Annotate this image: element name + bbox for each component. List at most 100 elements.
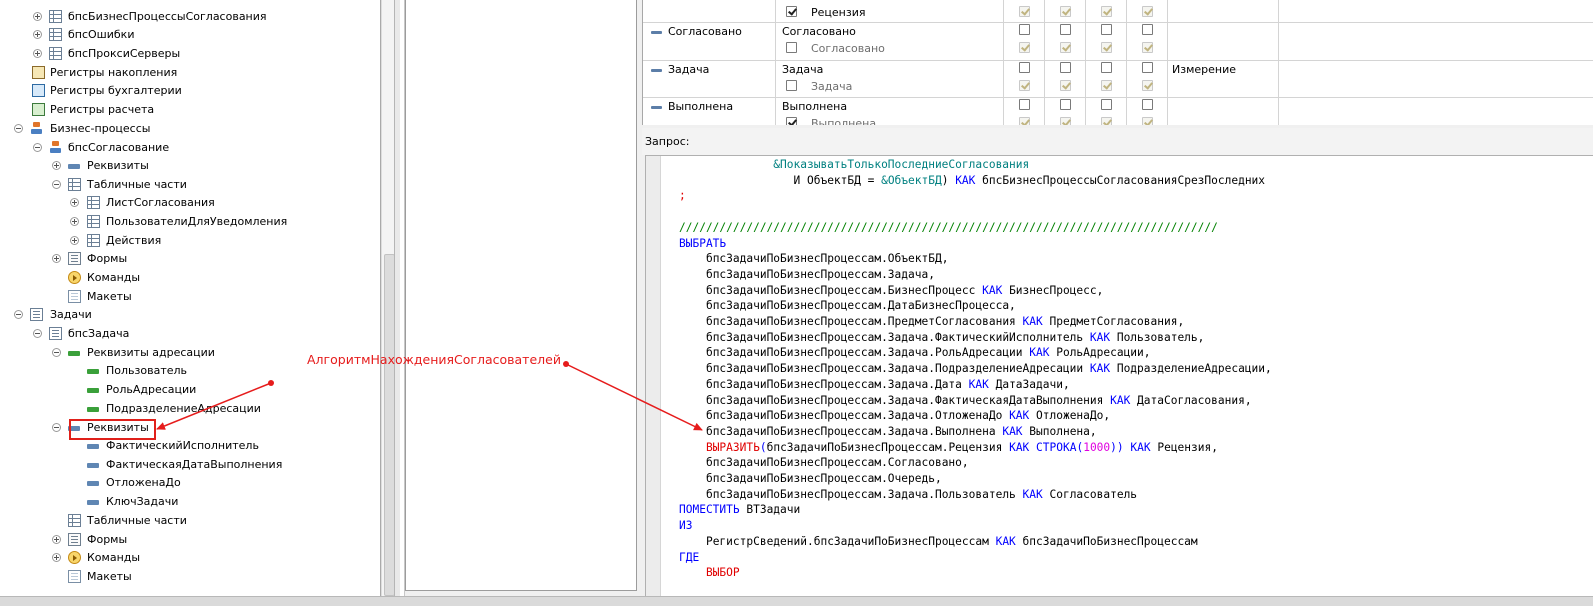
- attribute-icon: [651, 31, 662, 34]
- code-token: Согласователь: [1042, 487, 1138, 501]
- grid-checkbox-disabled: [1142, 6, 1153, 17]
- grid-checkbox[interactable]: [1101, 62, 1112, 73]
- expand-icon[interactable]: [70, 217, 79, 226]
- tree-item[interactable]: ПодразделениеАдресации: [0, 400, 380, 418]
- expand-icon[interactable]: [70, 236, 79, 245]
- code-token: КАК: [968, 377, 989, 391]
- tree-item[interactable]: Регистры расчета: [0, 101, 380, 119]
- tree-item[interactable]: ОтложенаДо: [0, 474, 380, 492]
- expand-icon[interactable]: [52, 161, 61, 170]
- grid-checkbox[interactable]: [786, 42, 797, 53]
- tree-item[interactable]: РольАдресации: [0, 381, 380, 399]
- grid-checkbox-disabled: [1142, 80, 1153, 91]
- expand-icon[interactable]: [52, 254, 61, 263]
- code-line: бпсЗадачиПоБизнесПроцессам.Задача.Фактич…: [679, 393, 1252, 408]
- grid-checkbox-disabled: [1142, 42, 1153, 53]
- tree-item[interactable]: ЛистСогласования: [0, 194, 380, 212]
- grid-checkbox-disabled: [1019, 6, 1030, 17]
- tree-item[interactable]: Бизнес-процессы: [0, 120, 380, 138]
- command-icon: [68, 271, 81, 284]
- tree-item[interactable]: Реквизиты: [0, 419, 380, 437]
- collapse-icon[interactable]: [33, 143, 42, 152]
- tree-item[interactable]: Макеты: [0, 288, 380, 306]
- collapse-icon[interactable]: [52, 180, 61, 189]
- tree-item[interactable]: бпсБизнесПроцессыСогласования: [0, 8, 380, 26]
- code-token: ВТЗадачи: [739, 503, 801, 517]
- grid-checkbox[interactable]: [1101, 99, 1112, 110]
- collapse-icon[interactable]: [14, 310, 23, 319]
- expand-icon[interactable]: [52, 535, 61, 544]
- tree-item[interactable]: Команды: [0, 549, 380, 567]
- tree-item[interactable]: ФактическийИсполнитель: [0, 437, 380, 455]
- expand-icon[interactable]: [33, 12, 42, 21]
- tree-item[interactable]: Реквизиты: [0, 157, 380, 175]
- grid-checkbox[interactable]: [1019, 99, 1030, 110]
- addressing-attribute-icon: [68, 351, 80, 356]
- grid-checkbox[interactable]: [1060, 24, 1071, 35]
- tree-item[interactable]: Табличные части: [0, 176, 380, 194]
- tree-item[interactable]: бпсПроксиСерверы: [0, 45, 380, 63]
- tree-item[interactable]: Задачи: [0, 306, 380, 324]
- tree-item[interactable]: ПользователиДляУведомления: [0, 213, 380, 231]
- tree-item[interactable]: Формы: [0, 531, 380, 549]
- grid-checkbox[interactable]: [1142, 62, 1153, 73]
- expand-icon[interactable]: [70, 198, 79, 207]
- tree-item[interactable]: Формы: [0, 250, 380, 268]
- tree-item-label: Команды: [87, 271, 141, 284]
- collapse-icon[interactable]: [33, 329, 42, 338]
- code-token: бпсЗадачиПоБизнесПроцессам.Задача.Выполн…: [705, 424, 1003, 438]
- grid-checkbox[interactable]: [1060, 99, 1071, 110]
- grid-checkbox[interactable]: [1060, 62, 1071, 73]
- grid-checkbox[interactable]: [786, 80, 797, 91]
- tree-item[interactable]: бпсСогласование: [0, 139, 380, 157]
- code-line: бпсЗадачиПоБизнесПроцессам.Задача.Дата К…: [679, 377, 1070, 392]
- tree-item[interactable]: Регистры бухгалтерии: [0, 82, 380, 100]
- tree-item[interactable]: бпсОшибки: [0, 26, 380, 44]
- grid-row[interactable]: Согласовано Согласовано Согласовано: [643, 22, 1593, 61]
- code-token: СТРОКА(: [1036, 440, 1084, 454]
- tree-item[interactable]: Регистры накопления: [0, 64, 380, 82]
- code-token: ДатаЗадачи,: [988, 377, 1070, 391]
- grid-checkbox-disabled: [1101, 6, 1112, 17]
- tree-item-label: Бизнес-процессы: [50, 122, 151, 135]
- tree-scrollbar[interactable]: [381, 0, 395, 596]
- grid-checkbox[interactable]: [786, 6, 797, 17]
- expand-icon[interactable]: [52, 553, 61, 562]
- grid-checkbox[interactable]: [1142, 99, 1153, 110]
- grid-checkbox[interactable]: [1019, 62, 1030, 73]
- grid-checkbox[interactable]: [786, 117, 797, 125]
- grid-row[interactable]: Задача Задача Задача Измерение: [643, 60, 1593, 98]
- form-icon: [68, 252, 81, 265]
- grid-row[interactable]: Выполнена Выполнена Выполнена: [643, 97, 1593, 125]
- grid-checkbox-disabled: [1060, 6, 1071, 17]
- collapse-icon[interactable]: [14, 124, 23, 133]
- calculation-register-icon: [32, 103, 45, 116]
- table-icon: [68, 514, 81, 527]
- expand-icon[interactable]: [33, 49, 42, 58]
- tree-item-label: бпсПроксиСерверы: [68, 47, 181, 60]
- collapse-icon[interactable]: [52, 348, 61, 357]
- code-token: &ПоказыватьТолькоПоследниеСогласования: [773, 158, 1030, 171]
- grid-checkbox[interactable]: [1101, 24, 1112, 35]
- expand-icon[interactable]: [33, 30, 42, 39]
- grid-checkbox-disabled: [1060, 117, 1071, 125]
- grid-checkbox[interactable]: [1142, 24, 1153, 35]
- code-token: ////////////////////////////////////////…: [679, 220, 1218, 234]
- tree-item[interactable]: Действия: [0, 232, 380, 250]
- tree-item[interactable]: Табличные части: [0, 512, 380, 530]
- tree-item[interactable]: бпсЗадача: [0, 325, 380, 343]
- query-editor[interactable]: &ПоказыватьТолькоПоследниеСогласования И…: [645, 155, 1593, 598]
- code-line: бпсЗадачиПоБизнесПроцессам.БизнесПроцесс…: [679, 283, 1103, 298]
- tree-item[interactable]: Макеты: [0, 568, 380, 586]
- code-token: ПодразделениеАдресации,: [1110, 362, 1272, 376]
- grid-checkbox[interactable]: [1019, 24, 1030, 35]
- collapse-icon[interactable]: [52, 423, 61, 432]
- grid-row[interactable]: Рецензия: [643, 0, 1593, 23]
- tree-item[interactable]: Команды: [0, 269, 380, 287]
- tree-item[interactable]: ФактическаяДатаВыполнения: [0, 456, 380, 474]
- tree-item-label: КлючЗадачи: [106, 495, 179, 508]
- tree-item[interactable]: КлючЗадачи: [0, 493, 380, 511]
- code-line: &ПоказыватьТолькоПоследниеСогласования: [679, 157, 1029, 172]
